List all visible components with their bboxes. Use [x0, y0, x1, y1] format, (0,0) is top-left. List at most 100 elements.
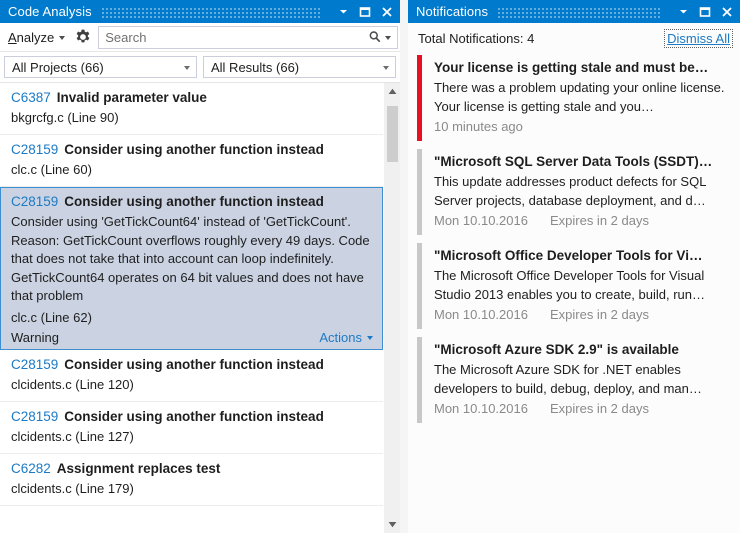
results-filter-value: All Results (66) [211, 60, 299, 75]
maximize-icon[interactable] [354, 1, 376, 22]
code-analysis-title: Code Analysis [8, 4, 92, 19]
issue-header: C6387 Invalid parameter value [11, 89, 373, 107]
actions-dropdown-link[interactable]: Actions [319, 330, 373, 345]
issue-footer: Warning Actions [11, 330, 373, 345]
total-notifications-label: Total Notifications: 4 [418, 31, 534, 46]
scrollbar-thumb[interactable] [387, 106, 398, 162]
notification-item[interactable]: "Microsoft Azure SDK 2.9" is available T… [408, 337, 740, 423]
issue-title: Invalid parameter value [57, 90, 207, 105]
issue-header: C28159Consider using another function in… [11, 193, 373, 211]
issue-location: clcidents.c (Line 120) [11, 375, 373, 394]
issue-code: C28159 [11, 409, 58, 424]
severity-label: Warning [11, 330, 59, 345]
notifications-title: Notifications [416, 4, 488, 19]
notification-timestamp: Mon 10.10.2016 [434, 399, 528, 419]
notification-description: The Microsoft Office Developer Tools for… [434, 266, 730, 304]
search-input[interactable] [99, 27, 366, 48]
notification-description: There was a problem updating your online… [434, 78, 730, 116]
chevron-down-icon [383, 66, 389, 70]
notification-title: "Microsoft Azure SDK 2.9" is available [434, 340, 730, 359]
notification-meta: Mon 10.10.2016 Expires in 2 days [434, 399, 730, 419]
notification-meta: 10 minutes ago [434, 117, 730, 137]
notification-timestamp: Mon 10.10.2016 [434, 211, 528, 231]
list-item-selected[interactable]: C28159Consider using another function in… [0, 187, 383, 350]
notification-meta: Mon 10.10.2016 Expires in 2 days [434, 211, 730, 231]
code-analysis-list[interactable]: C6387 Invalid parameter value bkgrcfg.c (… [0, 83, 383, 533]
notification-description: This update addresses product defects fo… [434, 172, 730, 210]
issue-code: C28159 [11, 357, 58, 372]
code-analysis-list-wrapper: C6387 Invalid parameter value bkgrcfg.c (… [0, 82, 400, 533]
issue-header: C6282 Assignment replaces test [11, 460, 373, 478]
notification-item[interactable]: "Microsoft SQL Server Data Tools (SSDT)…… [408, 149, 740, 235]
close-icon[interactable] [376, 1, 398, 22]
code-analysis-scrollbar[interactable] [383, 83, 400, 533]
list-item[interactable]: C28159 Consider using another function in… [0, 350, 383, 402]
chevron-down-icon [59, 36, 65, 40]
notification-body: Your license is getting stale and must b… [422, 55, 740, 141]
list-item[interactable]: C6282 Assignment replaces test clcidents.… [0, 454, 383, 506]
issue-code: C6282 [11, 461, 51, 476]
list-item[interactable]: C28159Consider using another function in… [0, 135, 383, 187]
notification-title: "Microsoft Office Developer Tools for Vi… [434, 246, 730, 265]
chevron-down-icon [184, 66, 190, 70]
notification-body: "Microsoft SQL Server Data Tools (SSDT)…… [422, 149, 740, 235]
analyze-menu-button[interactable]: Analyze [0, 23, 70, 51]
projects-filter-dropdown[interactable]: All Projects (66) [4, 56, 197, 78]
issue-code: C28159 [11, 142, 58, 157]
notification-timestamp: 10 minutes ago [434, 117, 523, 137]
notifications-summary: Total Notifications: 4 Dismiss All [408, 23, 740, 54]
chevron-down-icon[interactable] [672, 1, 694, 22]
notifications-list[interactable]: Your license is getting stale and must b… [408, 54, 740, 533]
notifications-pane: Notifications Total Notifications: 4 Dis… [408, 0, 740, 533]
app-root: Code Analysis Analyze [0, 0, 740, 533]
notification-item[interactable]: "Microsoft Office Developer Tools for Vi… [408, 243, 740, 329]
maximize-icon[interactable] [694, 1, 716, 22]
issue-location: clc.c (Line 62) [11, 308, 373, 327]
issue-title: Assignment replaces test [57, 461, 221, 476]
titlebar-drag-grip[interactable] [102, 6, 322, 18]
scroll-up-button[interactable] [384, 83, 401, 100]
search-box[interactable] [98, 26, 398, 49]
gear-icon [75, 29, 91, 45]
notification-timestamp: Mon 10.10.2016 [434, 305, 528, 325]
chevron-down-icon [367, 336, 373, 340]
dismiss-all-link[interactable]: Dismiss All [665, 30, 732, 47]
list-item[interactable]: C28159 Consider using another function in… [0, 402, 383, 454]
scrollbar-track[interactable] [384, 100, 401, 516]
issue-title: Consider using another function instead [64, 409, 324, 424]
titlebar-drag-grip[interactable] [498, 6, 662, 18]
issue-header: C28159Consider using another function in… [11, 141, 373, 159]
issue-code: C28159 [11, 194, 58, 209]
notification-meta: Mon 10.10.2016 Expires in 2 days [434, 305, 730, 325]
notification-title: Your license is getting stale and must b… [434, 58, 730, 77]
search-options-button[interactable] [366, 30, 397, 44]
magnifier-icon [368, 30, 382, 44]
notification-expiry: Expires in 2 days [550, 305, 649, 325]
issue-location: bkgrcfg.c (Line 90) [11, 108, 373, 127]
notifications-titlebar: Notifications [408, 0, 740, 23]
notification-body: "Microsoft Office Developer Tools for Vi… [422, 243, 740, 329]
notification-expiry: Expires in 2 days [550, 399, 649, 419]
settings-button[interactable] [70, 23, 96, 51]
issue-location: clcidents.c (Line 179) [11, 479, 373, 498]
analyze-label: Analyze [8, 30, 54, 45]
code-analysis-titlebar: Code Analysis [0, 0, 400, 23]
results-filter-dropdown[interactable]: All Results (66) [203, 56, 396, 78]
notification-item[interactable]: Your license is getting stale and must b… [408, 55, 740, 141]
notification-description: The Microsoft Azure SDK for .NET enables… [434, 360, 730, 398]
pane-splitter[interactable] [400, 0, 408, 533]
issue-location: clcidents.c (Line 127) [11, 427, 373, 446]
issue-location: clc.c (Line 60) [11, 160, 373, 179]
list-item[interactable]: C6387 Invalid parameter value bkgrcfg.c (… [0, 83, 383, 135]
close-icon[interactable] [716, 1, 738, 22]
triangle-down-icon [388, 521, 397, 528]
issue-title: Consider using another function instead [64, 357, 324, 372]
issue-header: C28159 Consider using another function in… [11, 356, 373, 374]
chevron-down-icon[interactable] [332, 1, 354, 22]
triangle-up-icon [388, 88, 397, 95]
issue-description: Consider using 'GetTickCount64' instead … [11, 213, 373, 306]
actions-label: Actions [319, 330, 362, 345]
notification-title: "Microsoft SQL Server Data Tools (SSDT)… [434, 152, 730, 171]
scroll-down-button[interactable] [384, 516, 401, 533]
issue-code: C6387 [11, 90, 51, 105]
